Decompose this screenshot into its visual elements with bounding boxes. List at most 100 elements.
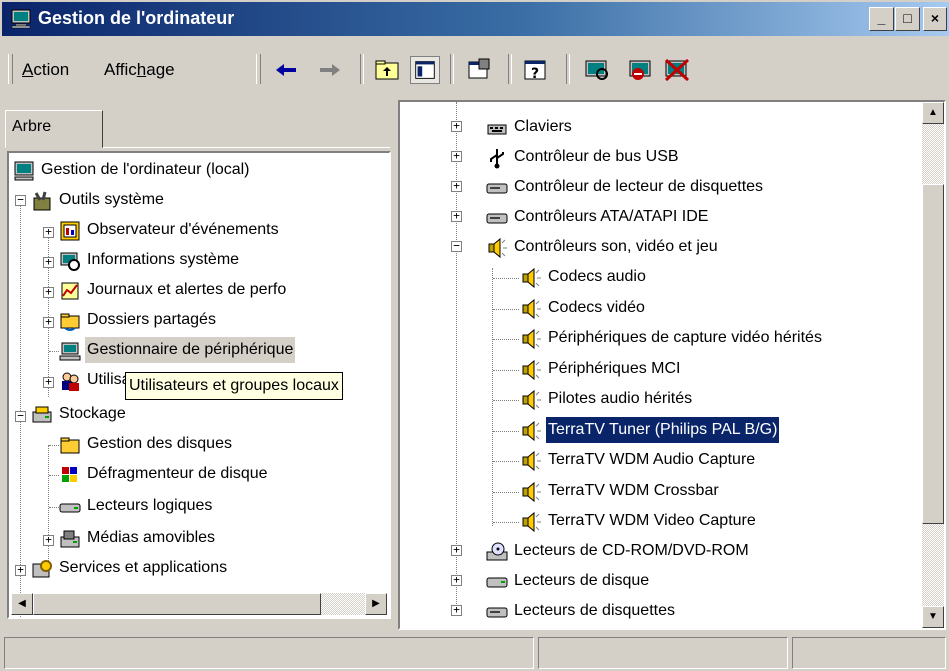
show-hide-tree-icon[interactable] bbox=[410, 56, 440, 84]
expand-toggle[interactable]: + bbox=[15, 564, 26, 576]
expand-toggle[interactable]: + bbox=[43, 226, 54, 238]
keyboard-icon bbox=[487, 124, 507, 135]
expand-toggle[interactable]: + bbox=[451, 604, 462, 616]
device-item-label: TerraTV WDM Crossbar bbox=[548, 481, 719, 499]
tree-line bbox=[493, 278, 519, 280]
tree-node-label: Services et applications bbox=[59, 559, 228, 576]
tab-arbre[interactable]: Arbre bbox=[5, 110, 103, 148]
window-title: Gestion de l'ordinateur bbox=[38, 8, 235, 28]
disk-drive-icon bbox=[486, 577, 508, 588]
scroll-down-button[interactable]: ▼ bbox=[922, 606, 944, 628]
title-bar[interactable]: Gestion de l'ordinateur _ □ × bbox=[2, 2, 949, 36]
expand-toggle[interactable]: + bbox=[451, 574, 462, 586]
defragmenter-icon bbox=[62, 467, 77, 482]
device-category-label: Contrôleurs son, vidéo et jeu bbox=[514, 238, 718, 255]
tree-line bbox=[493, 461, 519, 463]
collapse-toggle[interactable]: − bbox=[15, 410, 26, 422]
device-category-label: Contrôleurs ATA/ATAPI IDE bbox=[514, 208, 709, 225]
scroll-right-button[interactable]: ▶ bbox=[365, 593, 387, 615]
scroll-thumb[interactable] bbox=[33, 593, 321, 615]
expand-toggle[interactable]: + bbox=[43, 316, 54, 328]
properties-icon[interactable] bbox=[464, 56, 494, 84]
tree-line bbox=[492, 268, 494, 526]
ide-controller-icon bbox=[486, 213, 508, 224]
expand-toggle[interactable]: + bbox=[43, 376, 54, 388]
expand-toggle[interactable]: + bbox=[43, 256, 54, 268]
speaker-icon bbox=[522, 420, 541, 441]
device-item-label: Codecs audio bbox=[548, 268, 646, 285]
toolbar-grip[interactable] bbox=[256, 54, 261, 84]
uninstall-device-icon[interactable] bbox=[662, 56, 692, 84]
expand-toggle[interactable]: + bbox=[451, 544, 462, 556]
system-info-icon bbox=[60, 252, 80, 271]
tree-line bbox=[493, 400, 519, 402]
cdrom-icon bbox=[486, 542, 508, 561]
device-category-label: Lecteurs de CD-ROM/DVD-ROM bbox=[514, 542, 749, 559]
device-category-label: Contrôleur de bus USB bbox=[514, 148, 679, 165]
status-pane-middle bbox=[538, 637, 788, 669]
tree-line bbox=[49, 445, 59, 447]
vertical-scrollbar[interactable]: ▲ ▼ bbox=[922, 102, 944, 628]
tree-line bbox=[493, 369, 519, 372]
minimize-button[interactable]: _ bbox=[869, 7, 894, 31]
scroll-up-button[interactable]: ▲ bbox=[922, 102, 944, 124]
up-folder-icon[interactable] bbox=[372, 56, 402, 84]
speaker-icon bbox=[522, 450, 541, 472]
expand-toggle[interactable]: + bbox=[451, 120, 462, 132]
tree-node-label: Médias amovibles bbox=[87, 529, 216, 546]
close-button[interactable]: × bbox=[923, 7, 947, 31]
tree-node-label: Gestionnaire de périphérique bbox=[85, 337, 296, 363]
menu-action-rest: ction bbox=[33, 60, 70, 79]
disable-device-icon[interactable] bbox=[626, 56, 656, 84]
status-pane-right bbox=[792, 637, 946, 669]
expand-toggle[interactable]: + bbox=[451, 180, 462, 192]
menu-affichage-pre: Affic bbox=[104, 60, 137, 79]
expand-toggle[interactable]: + bbox=[451, 210, 462, 222]
device-category-label: Claviers bbox=[514, 118, 572, 135]
storage-icon bbox=[32, 406, 52, 423]
tree-node-label: Observateur d'événements bbox=[87, 221, 279, 238]
usb-icon bbox=[490, 149, 504, 169]
device-item-label: Périphériques MCI bbox=[548, 359, 681, 377]
forward-arrow-icon[interactable] bbox=[314, 56, 344, 84]
horizontal-scrollbar[interactable]: ◀ ▶ bbox=[11, 593, 387, 615]
tree-line bbox=[49, 351, 59, 353]
speaker-icon bbox=[522, 267, 541, 289]
svg-text:?: ? bbox=[531, 66, 539, 82]
maximize-button[interactable]: □ bbox=[895, 7, 920, 31]
tree-node-label: Lecteurs logiques bbox=[87, 497, 213, 514]
device-item-label: Codecs vidéo bbox=[548, 298, 645, 316]
shared-folder-icon bbox=[60, 313, 80, 331]
speaker-icon bbox=[522, 298, 541, 319]
tree-line bbox=[49, 475, 59, 477]
scan-hardware-icon[interactable] bbox=[582, 56, 612, 84]
speaker-icon bbox=[522, 481, 541, 502]
menu-action[interactable]: Action bbox=[22, 60, 69, 80]
device-item-label: TerraTV WDM Video Capture bbox=[548, 512, 756, 529]
tree-node-label: Stockage bbox=[59, 405, 126, 422]
expand-toggle[interactable]: + bbox=[43, 286, 54, 298]
speaker-icon bbox=[522, 359, 541, 380]
tree-line bbox=[493, 339, 519, 341]
collapse-toggle[interactable]: − bbox=[451, 240, 462, 252]
details-pane[interactable]: + Claviers + Contrôleur de bus USB + Con… bbox=[398, 100, 946, 630]
toolbar-separator bbox=[508, 54, 512, 84]
tree-line bbox=[493, 491, 519, 494]
menu-affichage-accel: h bbox=[136, 60, 147, 79]
menu-affichage[interactable]: Affichage bbox=[104, 60, 175, 80]
menubar-grip[interactable] bbox=[8, 54, 13, 84]
tools-icon bbox=[33, 191, 51, 211]
toolbar-separator bbox=[360, 54, 364, 84]
users-groups-icon bbox=[62, 372, 79, 391]
disk-management-icon bbox=[60, 437, 80, 454]
back-arrow-icon[interactable] bbox=[272, 56, 302, 84]
scroll-left-button[interactable]: ◀ bbox=[11, 593, 33, 615]
tree-node-label: Défragmenteur de disque bbox=[87, 465, 268, 482]
services-applications-icon bbox=[32, 560, 52, 578]
expand-toggle[interactable]: + bbox=[43, 534, 54, 546]
computer-icon bbox=[14, 161, 34, 181]
scroll-thumb[interactable] bbox=[922, 184, 944, 524]
expand-toggle[interactable]: + bbox=[451, 150, 462, 162]
help-icon[interactable]: ? bbox=[520, 56, 550, 84]
collapse-toggle[interactable]: − bbox=[15, 194, 26, 206]
